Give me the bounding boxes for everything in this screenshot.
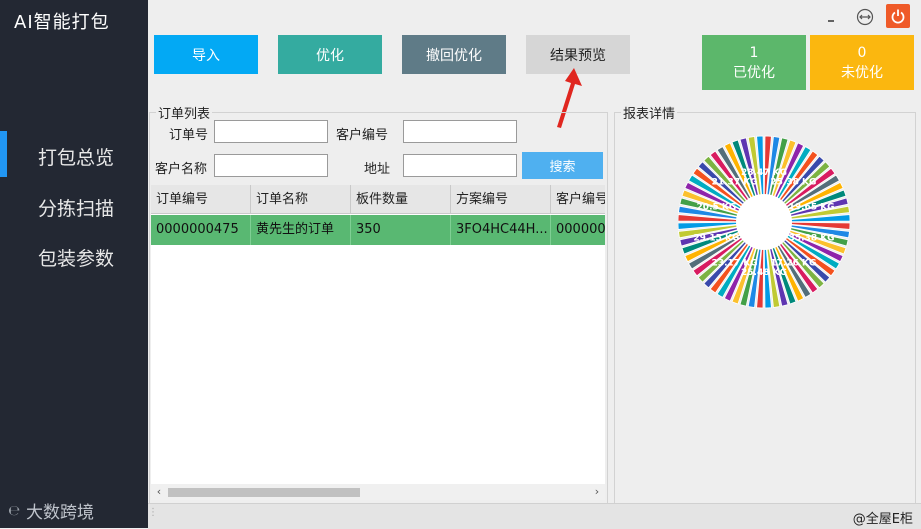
brand-text: 大数跨境 — [25, 503, 94, 523]
address-input[interactable] — [403, 154, 517, 177]
unoptimized-count: 0 — [857, 45, 867, 61]
table-cell: 0000000 — [551, 215, 605, 245]
table-cell: 0000000475 — [151, 215, 251, 245]
optimized-count: 1 — [749, 45, 759, 61]
pie-slice-label: 21.37 KG — [712, 178, 758, 188]
unoptimized-stat: 0 未优化 — [810, 35, 914, 90]
brand-logo-icon: ℮ — [8, 502, 20, 519]
order-list-title: 订单列表 — [158, 107, 211, 122]
resize-icon[interactable] — [854, 6, 876, 28]
column-header[interactable]: 客户编号 — [551, 185, 605, 214]
address-label: 地址 — [364, 162, 391, 177]
column-header[interactable]: 订单名称 — [251, 185, 351, 214]
table-cell: 3FO4HC44H... — [451, 215, 551, 245]
status-bar: ⋮ @全屋E柜 — [148, 503, 921, 529]
pie-slice-label: 19.65 KG — [789, 203, 835, 213]
grip-icon: ⋮ — [148, 507, 158, 518]
brand: ℮ 大数跨境 — [8, 498, 94, 524]
pie-center — [736, 194, 792, 250]
undo-optimize-button[interactable]: 撤回优化 — [402, 35, 506, 74]
report-title: 报表详情 — [623, 107, 676, 122]
sidebar-item-pack-params[interactable]: 包装参数 — [38, 244, 148, 271]
unoptimized-label: 未优化 — [841, 65, 883, 81]
report-pie-chart: 29.15 KG 20.5 KG 21.37 KG28.47 KG25.38 KG 1… — [678, 135, 850, 309]
minimize-icon[interactable] — [820, 6, 842, 28]
customer-name-input[interactable] — [214, 154, 328, 177]
scroll-left-icon[interactable]: ‹ — [151, 484, 167, 500]
search-button[interactable]: 搜索 — [522, 152, 603, 179]
table-row[interactable]: 0000000475 黄先生的订单 350 3FO4HC44H... 00000… — [151, 215, 605, 245]
sidebar-item-sort-scan[interactable]: 分拣扫描 — [38, 194, 148, 221]
column-header[interactable]: 板件数量 — [351, 185, 451, 214]
nav-active-indicator — [0, 131, 7, 177]
table-cell: 黄先生的订单 — [251, 215, 351, 245]
scroll-right-icon[interactable]: › — [589, 484, 605, 500]
pie-slice-label: 25.38 KG — [770, 178, 816, 188]
pie-slice-label: 29.15 KG — [693, 234, 739, 244]
status-text: @全屋E柜 — [852, 512, 913, 527]
pie-slice-label: 20.5 KG — [697, 203, 737, 213]
customer-no-label: 客户编号 — [336, 128, 389, 143]
import-button[interactable]: 导入 — [154, 35, 258, 74]
main-area: 导入 优化 撤回优化 结果预览 1 已优化 0 未优化 订单列表 订单号 客户编… — [148, 0, 921, 528]
customer-no-input[interactable] — [403, 120, 517, 143]
app-title: AI智能打包 — [14, 12, 110, 33]
customer-name-label: 客户名称 — [155, 162, 208, 177]
order-no-label: 订单号 — [169, 128, 209, 143]
optimized-stat: 1 已优化 — [702, 35, 806, 90]
power-icon[interactable] — [886, 4, 910, 28]
sidebar: AI智能打包 打包总览 分拣扫描 包装参数 ℮ 大数跨境 — [0, 0, 148, 528]
order-table: 订单编号 订单名称 板件数量 方案编号 客户编号 0000000475 黄先生的… — [151, 185, 605, 500]
pie-slice-label: 25.48 KG — [741, 268, 787, 278]
pie-slice-label: 17.26 KG — [770, 259, 816, 269]
table-cell: 350 — [351, 215, 451, 245]
scrollbar-thumb[interactable] — [168, 488, 360, 497]
column-header[interactable]: 方案编号 — [451, 185, 551, 214]
sidebar-item-overview[interactable]: 打包总览 — [38, 143, 148, 170]
optimize-button[interactable]: 优化 — [278, 35, 382, 74]
optimized-label: 已优化 — [733, 65, 775, 81]
pie-slice-label: 35.38 KG — [789, 234, 835, 244]
pie-slice-label: 23.17 KG — [712, 259, 758, 269]
order-no-input[interactable] — [214, 120, 328, 143]
table-header: 订单编号 订单名称 板件数量 方案编号 客户编号 — [151, 185, 605, 214]
horizontal-scrollbar[interactable]: ‹ › — [151, 484, 605, 500]
pie-slice-label: 28.47 KG — [741, 168, 787, 178]
column-header[interactable]: 订单编号 — [151, 185, 251, 214]
